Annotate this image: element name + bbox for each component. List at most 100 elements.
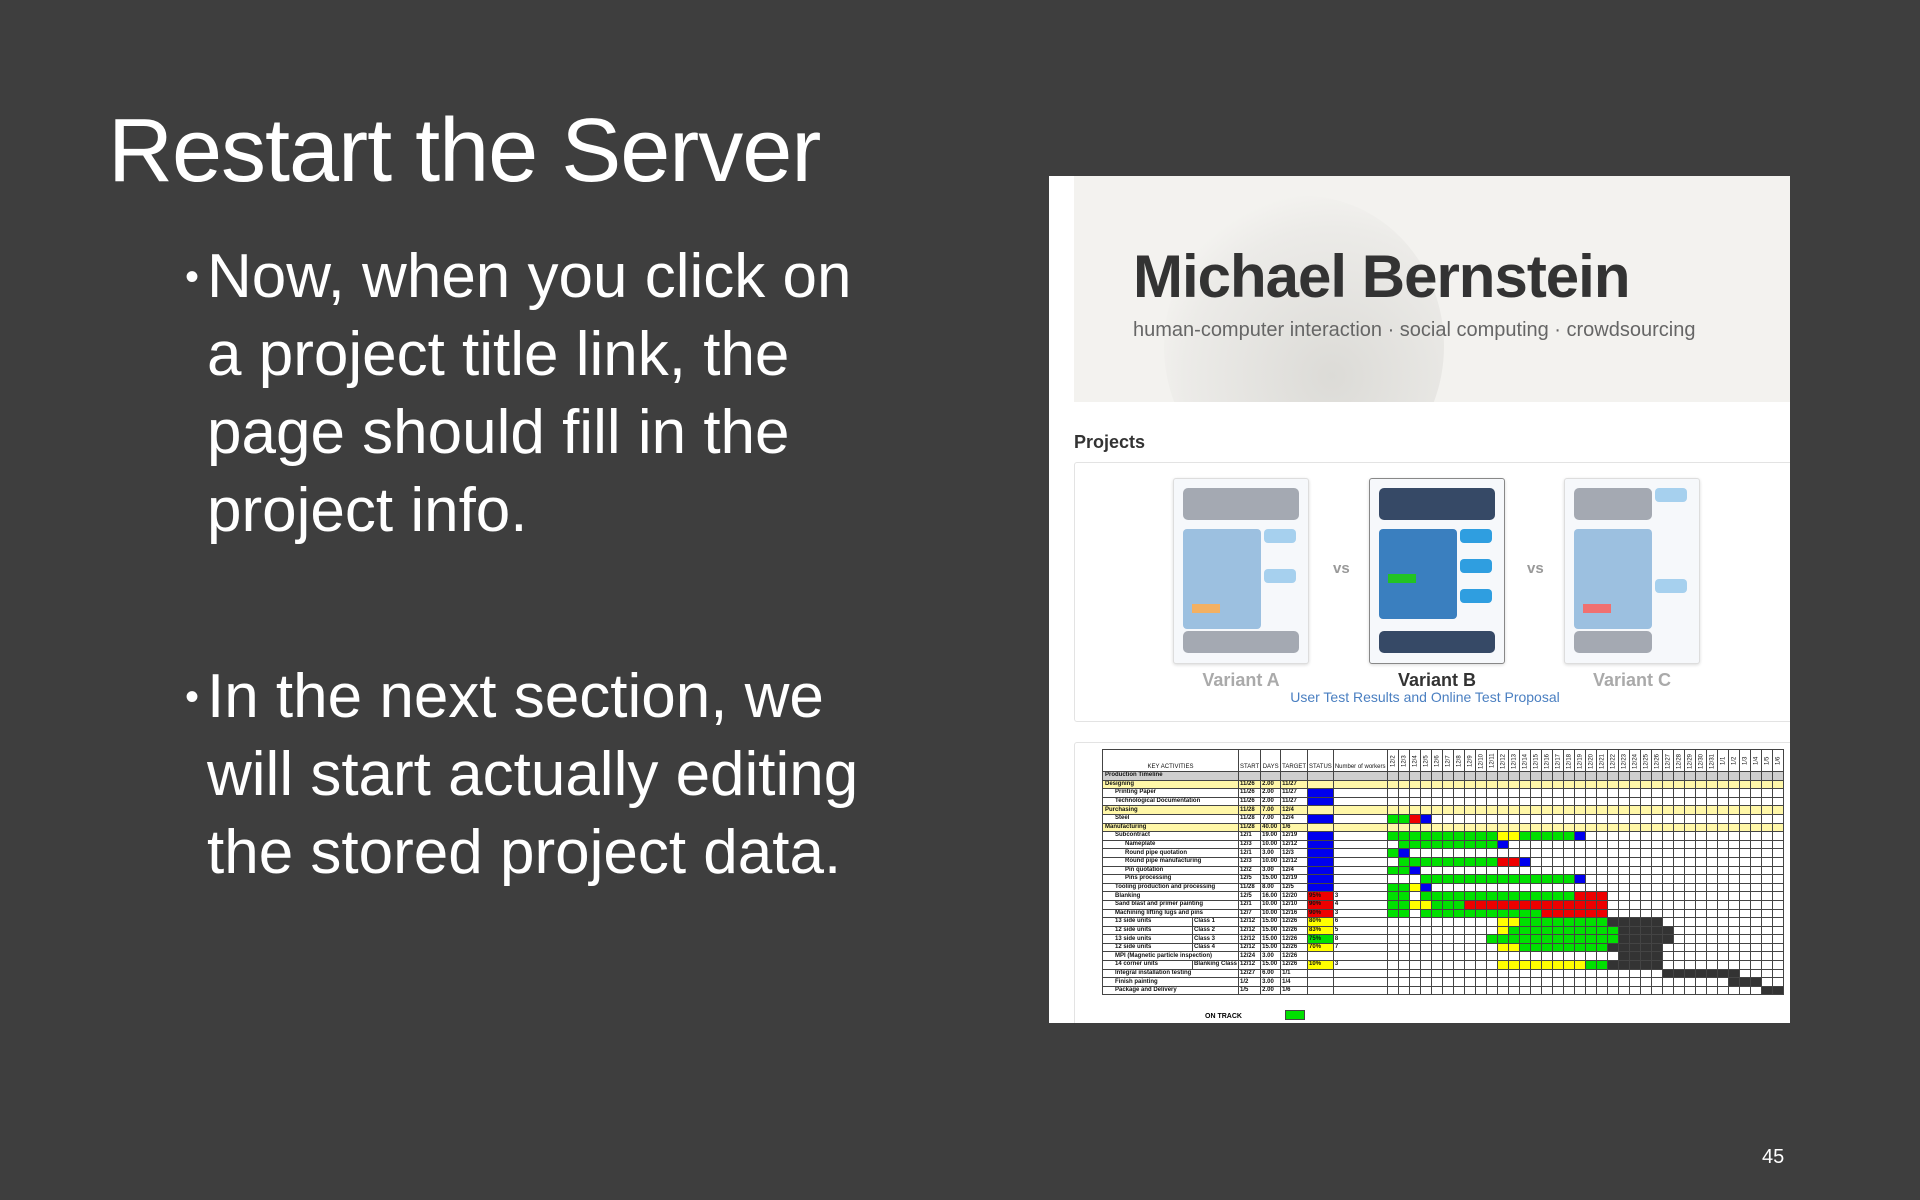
gantt-day-cell [1562,788,1575,798]
gantt-day-cell [1397,771,1410,781]
gantt-day-cell [1551,899,1564,910]
legend-on-track: ON TRACK [1205,1013,1242,1020]
project-title-link[interactable]: User Test Results and Online Test Propos… [1075,689,1775,705]
gantt-day-cell [1584,968,1597,979]
gantt-day-cell [1672,960,1685,970]
gantt-day-cell [1419,951,1432,962]
gantt-day-cell [1617,882,1630,893]
gantt-day-cell [1595,771,1608,781]
gantt-day-cell [1760,951,1773,962]
gantt-day-cell [1386,917,1399,927]
gantt-day-cell [1408,908,1421,919]
gantt-row: Sand blast and primer painting 12/1 10.00 1… [1101,899,1784,910]
gantt-row: Finish painting 1/2 3.00 1/4 [1101,977,1784,987]
gantt-day-cell [1562,891,1575,901]
gantt-day-cell [1419,856,1432,867]
gantt-day-cell [1474,813,1487,824]
date-label: 1/6 [1772,749,1783,772]
gantt-day-cell [1397,968,1410,979]
gantt-day-cell [1617,788,1630,798]
gantt-day-cell [1628,856,1641,867]
gantt-day-cell [1639,960,1652,970]
gantt-day-cell [1562,779,1575,790]
gantt-day-cell [1628,899,1641,910]
gantt-day-cell [1672,779,1685,790]
gantt-day-cell [1727,848,1740,858]
gantt-day-cell [1749,788,1762,798]
gantt-day-cell [1584,951,1597,962]
gantt-day-cell [1727,985,1740,996]
gantt-day-cell [1595,942,1608,953]
gantt-day-cell [1738,771,1751,781]
gantt-day-cell [1771,968,1784,979]
variant-c-thumbnail[interactable] [1564,478,1700,664]
gantt-day-cell [1452,925,1465,936]
gantt-day-cell [1672,771,1685,781]
gantt-day-cell [1628,942,1641,953]
project-card[interactable]: vs vs Variant A Variant B Variant C User… [1074,462,1790,722]
gantt-day-cell [1760,788,1773,798]
gantt-day-cell [1683,779,1696,790]
gantt-day-cell [1628,788,1641,798]
gantt-day-cell [1397,925,1410,936]
gantt-day-cell [1661,934,1674,944]
gantt-day-cell [1705,908,1718,919]
activity-name: Sand blast and primer painting [1101,899,1240,910]
gantt-day-cell [1452,779,1465,790]
gantt-day-cell [1474,960,1487,970]
status-cell [1307,874,1334,884]
gantt-day-cell [1474,899,1487,910]
gantt-day-cell [1727,908,1740,919]
gantt-day-cell [1529,796,1542,807]
gantt-day-cell [1496,934,1509,944]
gantt-day-cell [1683,985,1696,996]
gantt-day-cell [1430,779,1443,790]
gantt-day-cell [1562,874,1575,884]
gantt-day-cell [1650,848,1663,858]
gantt-day-cell [1562,865,1575,876]
date-label: 1/5 [1761,749,1772,772]
gantt-day-cell [1419,908,1432,919]
gantt-day-cell [1540,865,1553,876]
variant-b-thumbnail[interactable] [1369,478,1505,664]
activity-days: 10.00 [1260,908,1282,919]
gantt-day-cell [1694,908,1707,919]
status-cell: 83% [1307,925,1334,936]
gantt-day-cell [1397,960,1410,970]
gantt-day-cell [1760,882,1773,893]
gantt-day-cell [1408,942,1421,953]
gantt-day-cell [1716,942,1729,953]
gantt-day-cell [1518,917,1531,927]
gantt-day-cell [1452,813,1465,824]
activity-start: 12/12 [1238,917,1262,927]
activity-days: 8.00 [1260,882,1282,893]
gantt-day-cell [1694,977,1707,987]
activity-name: 13 side units [1102,934,1193,944]
gantt-day-cell [1749,796,1762,807]
gantt-day-cell [1518,977,1531,987]
gantt-row: Tooling production and processing 11/28 8.… [1101,882,1784,893]
gantt-day-cell [1562,805,1575,815]
activity-days: 2.00 [1260,779,1282,790]
activity-target: 12/26 [1280,942,1309,953]
gantt-day-cell [1463,917,1476,927]
activity-target: 1/1 [1280,968,1309,979]
gantt-day-cell [1540,934,1553,944]
activity-target [1280,771,1309,781]
gantt-day-cell [1617,865,1630,876]
gantt-day-cell [1738,882,1751,893]
variant-a-thumbnail[interactable] [1173,478,1309,664]
gantt-day-cell [1672,882,1685,893]
gantt-day-cell [1705,942,1718,953]
gantt-day-cell [1738,960,1751,970]
gantt-day-cell [1738,822,1751,833]
gantt-day-cell [1496,813,1509,824]
gantt-day-cell [1452,942,1465,953]
gantt-day-cell [1595,891,1608,901]
workers-cell: 6 [1332,917,1388,927]
gantt-day-cell [1738,942,1751,953]
gantt-day-cell [1386,874,1399,884]
activity-class: Class 1 [1191,917,1240,927]
workers-cell [1332,831,1388,841]
gantt-day-cell [1386,788,1399,798]
